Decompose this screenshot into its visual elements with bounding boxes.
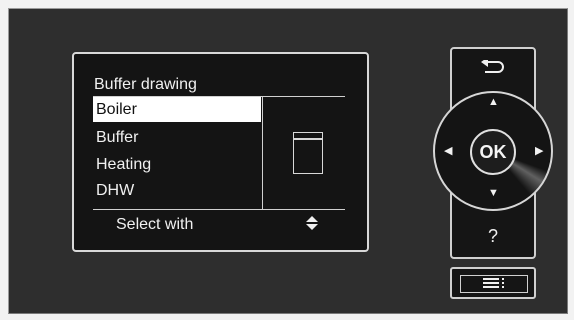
back-arrow-icon [481,56,505,79]
menu-item-boiler[interactable]: Boiler [93,97,261,122]
menu-button[interactable] [450,267,536,299]
help-button[interactable]: ? [453,218,533,254]
display-screen: Buffer drawing Boiler Buffer Heating DHW… [72,52,369,252]
screen-title: Buffer drawing [94,76,197,93]
footer-divider [93,209,345,210]
ok-button[interactable]: OK [470,129,516,175]
menu-button-frame [460,275,528,293]
arrow-left-icon[interactable]: ◀ [444,146,452,157]
arrow-down-icon[interactable]: ▼ [488,188,499,199]
arrow-right-icon[interactable]: ▶ [535,146,543,157]
menu-item-buffer[interactable]: Buffer [93,125,261,150]
buffer-tank-icon [293,132,323,174]
menu-list-icon [483,275,505,293]
up-down-arrows-icon [306,216,318,235]
footer-hint: Select with [116,216,194,233]
arrow-up-icon[interactable]: ▲ [488,97,499,108]
menu-item-dhw[interactable]: DHW [93,178,261,203]
menu-item-heating[interactable]: Heating [93,152,261,177]
column-divider [262,97,263,209]
back-button[interactable] [453,52,533,86]
